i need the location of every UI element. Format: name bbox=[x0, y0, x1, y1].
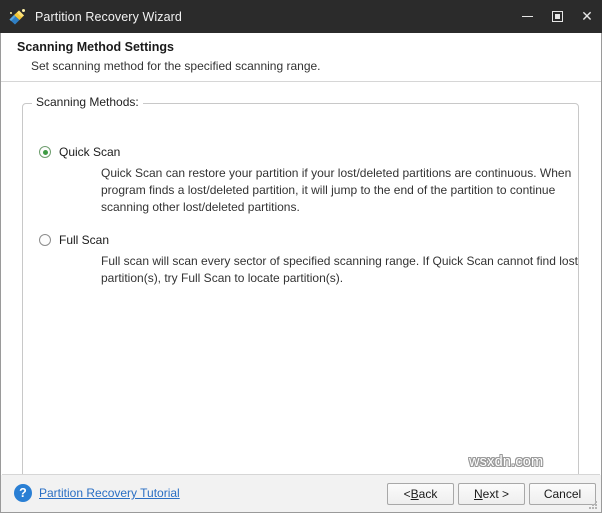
titlebar[interactable]: Partition Recovery Wizard ✕ bbox=[0, 0, 602, 33]
groupbox-legend: Scanning Methods: bbox=[32, 95, 143, 109]
page-header: Scanning Method Settings Set scanning me… bbox=[1, 33, 601, 82]
cancel-button[interactable]: Cancel bbox=[529, 483, 596, 505]
back-button-accel: B bbox=[410, 487, 419, 501]
description-quick-scan: Quick Scan can restore your partition if… bbox=[101, 166, 572, 214]
back-button[interactable]: < Back bbox=[387, 483, 454, 505]
next-button[interactable]: Next > bbox=[458, 483, 525, 505]
radio-label-full-scan: Full Scan bbox=[59, 233, 110, 247]
close-icon: ✕ bbox=[581, 8, 593, 25]
back-button-suffix: ack bbox=[418, 487, 438, 501]
option-full-scan[interactable]: Full Scan Full scan will scan every sect… bbox=[39, 233, 601, 287]
page-subtitle: Set scanning method for the specified sc… bbox=[31, 59, 321, 73]
tutorial-link[interactable]: Partition Recovery Tutorial bbox=[39, 486, 180, 500]
partition-recovery-wizard-window: Partition Recovery Wizard ✕ Scanning Met… bbox=[0, 0, 602, 513]
next-button-suffix: ext > bbox=[482, 487, 510, 501]
window-body: Scanning Method Settings Set scanning me… bbox=[0, 33, 602, 513]
option-quick-scan[interactable]: Quick Scan Quick Scan can restore your p… bbox=[39, 145, 601, 216]
minimize-icon bbox=[521, 16, 533, 17]
radio-row-full-scan[interactable]: Full Scan bbox=[39, 233, 601, 247]
maximize-button[interactable] bbox=[542, 0, 572, 33]
maximize-icon bbox=[551, 11, 563, 22]
window-title: Partition Recovery Wizard bbox=[35, 9, 182, 24]
minimize-button[interactable] bbox=[512, 0, 542, 33]
back-button-prefix: < bbox=[403, 487, 411, 501]
wizard-wand-icon bbox=[7, 7, 27, 27]
question-mark-icon[interactable]: ? bbox=[14, 484, 32, 502]
radio-full-scan[interactable] bbox=[39, 234, 51, 246]
window-controls: ✕ bbox=[512, 0, 602, 33]
radio-quick-scan[interactable] bbox=[39, 146, 51, 158]
cancel-button-label: Cancel bbox=[543, 487, 582, 501]
radio-label-quick-scan: Quick Scan bbox=[59, 145, 121, 159]
scanning-methods-groupbox: Quick Scan Quick Scan can restore your p… bbox=[22, 103, 579, 496]
page-title: Scanning Method Settings bbox=[17, 40, 174, 54]
description-full-scan: Full scan will scan every sector of spec… bbox=[101, 254, 578, 285]
next-button-accel: N bbox=[473, 487, 483, 501]
radio-row-quick-scan[interactable]: Quick Scan bbox=[39, 145, 601, 159]
footer-bar: ? Partition Recovery Tutorial < Back Nex… bbox=[1, 475, 601, 512]
close-button[interactable]: ✕ bbox=[572, 0, 602, 33]
